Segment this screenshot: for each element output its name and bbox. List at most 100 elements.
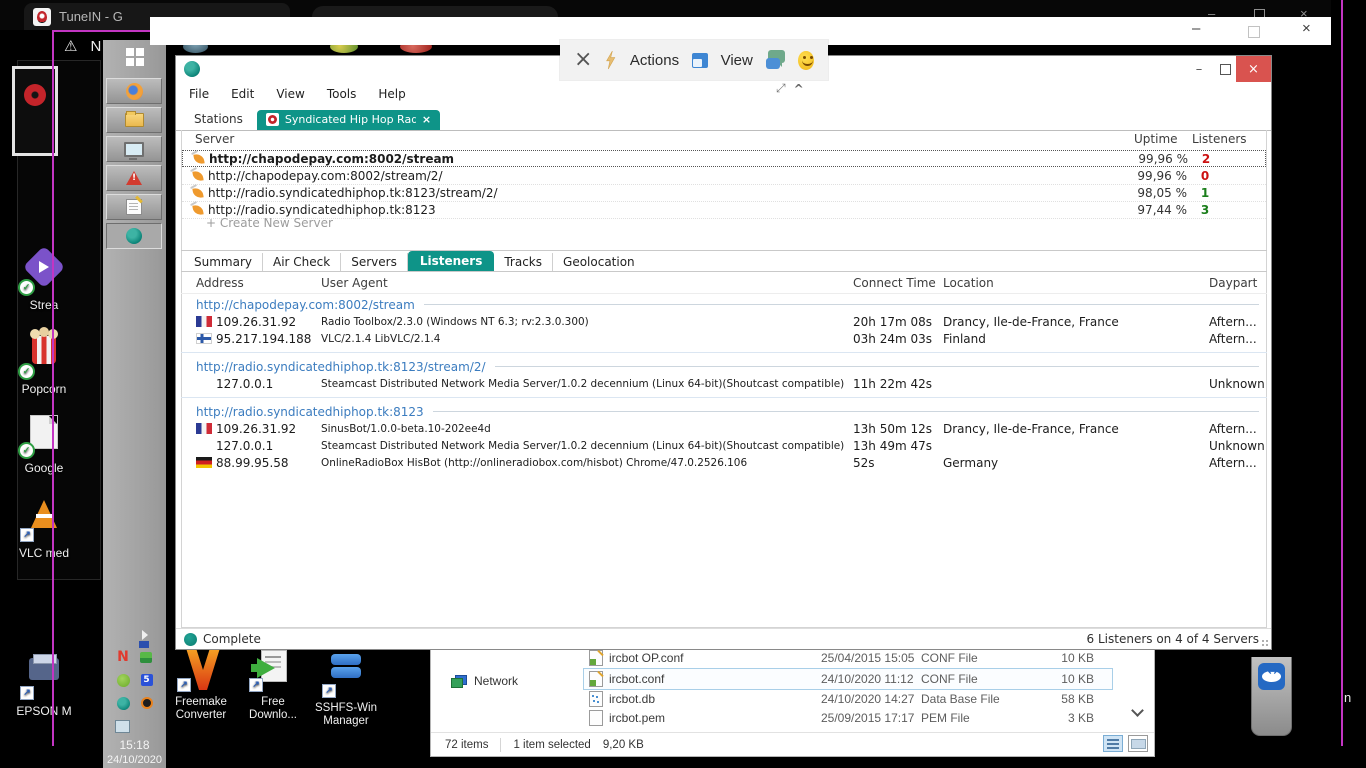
server-uptime: 97,44 % [1107, 203, 1187, 217]
selected-size: 9,20 KB [603, 739, 644, 751]
sidebar-item-network[interactable]: Network [451, 674, 518, 688]
thumbnail-view-button[interactable] [1128, 735, 1148, 752]
desktop-icon-popcorn[interactable]: ✓ Popcorn [0, 330, 88, 396]
taskbar-button-firefox[interactable] [106, 78, 162, 104]
listener-connect-time: 13h 50m 12s [853, 422, 943, 436]
tray-icon-partial [139, 641, 149, 648]
server-row[interactable]: http://radio.syndicatedhiphop.tk:8123/st… [182, 185, 1266, 202]
shortcut-arrow-badge: ↗ [177, 678, 191, 692]
app-minimize-button[interactable]: – [1186, 56, 1212, 82]
desktop-icon-vlc[interactable]: ↗ VLC med [0, 496, 88, 560]
scroll-down-chevron-icon[interactable] [1131, 704, 1144, 717]
group-url[interactable]: http://radio.syndicatedhiphop.tk:8123 [196, 405, 424, 419]
desktop-icon-stream[interactable]: ✓ Strea [0, 248, 88, 312]
tab-summary[interactable]: Summary [184, 253, 263, 272]
server-url: http://radio.syndicatedhiphop.tk:8123 [208, 203, 436, 217]
group-divider [181, 392, 1267, 403]
listener-row[interactable]: 95.217.194.188 VLC/2.1.4 LibVLC/2.1.4 03… [181, 330, 1267, 347]
listener-row[interactable]: 127.0.0.1 Steamcast Distributed Network … [181, 375, 1267, 392]
explorer-statusbar: 72 items 1 item selected 9,20 KB [431, 732, 1154, 757]
listener-row[interactable]: 127.0.0.1 Steamcast Distributed Network … [181, 437, 1267, 454]
server-group-header: http://radio.syndicatedhiphop.tk:8123 [181, 403, 1267, 420]
tab-geolocation[interactable]: Geolocation [553, 253, 645, 272]
menu-tools[interactable]: Tools [327, 87, 357, 101]
teamviewer-panel-tab[interactable]: ↔ [1251, 657, 1292, 736]
actions-button[interactable]: Actions [630, 52, 679, 69]
tab-servers[interactable]: Servers [341, 253, 408, 272]
menu-edit[interactable]: Edit [231, 87, 254, 101]
menu-view[interactable]: View [276, 87, 304, 101]
toolbar-close-icon[interactable]: × [574, 49, 592, 71]
listener-daypart: Aftern... [1209, 456, 1267, 470]
server-listener-count: 2 [1195, 152, 1217, 166]
create-new-server-button[interactable]: + Create New Server [206, 216, 333, 230]
calculator-tray-icon[interactable] [115, 720, 130, 733]
desktop-icon-label: Free Downlo... [241, 696, 305, 722]
desktop-icon-freemake[interactable]: ↗ Freemake Converter [166, 648, 236, 722]
listener-connect-time: 20h 17m 08s [853, 315, 943, 329]
file-row[interactable]: ircbot.db 24/10/2020 14:27 Data Base Fil… [589, 689, 1104, 708]
start-button[interactable] [103, 40, 166, 74]
file-row[interactable]: ircbot.pem 25/09/2015 17:17 PEM File 3 K… [589, 708, 1104, 727]
listener-location: Drancy, Ile-de-France, France [943, 315, 1209, 329]
server-row[interactable]: http://chapodepay.com:8002/stream/2/ 99,… [182, 168, 1266, 185]
teamspeak5-tray-icon[interactable]: 5 [141, 674, 153, 686]
tab-air-check[interactable]: Air Check [263, 253, 341, 272]
menu-file[interactable]: File [189, 87, 209, 101]
smiley-feedback-icon[interactable] [798, 51, 814, 70]
outer-maximize-button[interactable] [1248, 26, 1260, 38]
listener-row[interactable]: 109.26.31.92 Radio Toolbox/2.3.0 (Window… [181, 313, 1267, 330]
tab-stations[interactable]: Stations [184, 109, 253, 130]
file-row[interactable]: ircbot OP.conf 25/04/2015 15:05 CONF Fil… [589, 648, 1104, 667]
listener-row[interactable]: 109.26.31.92 SinusBot/1.0.0-beta.10-202e… [181, 420, 1267, 437]
desktop-icon-free-download[interactable]: ↗ Free Downlo... [241, 648, 305, 722]
listener-location: Finland [943, 332, 1209, 346]
globe-tray-icon[interactable] [117, 697, 130, 710]
tab-tracks[interactable]: Tracks [494, 253, 553, 272]
orange-ring-tray-icon[interactable] [141, 697, 153, 709]
file-row[interactable]: ircbot.conf 24/10/2020 11:12 CONF File 1… [589, 669, 1104, 688]
desktop-icon-sshfs[interactable]: ↗ SSHFS-Win Manager [308, 648, 384, 728]
flag-finland-icon [196, 333, 212, 344]
listener-daypart: Aftern... [1209, 315, 1267, 329]
listener-connect-time: 52s [853, 456, 943, 470]
server-row[interactable]: http://radio.syndicatedhiphop.tk:8123 97… [182, 202, 1266, 219]
taskbar-button-notepad[interactable] [106, 194, 162, 220]
menu-help[interactable]: Help [378, 87, 405, 101]
desktop-icon-google[interactable]: ✓ Google [0, 413, 88, 475]
taskbar-button-radio-app-active[interactable] [106, 223, 162, 249]
app-maximize-button[interactable] [1212, 56, 1238, 82]
desktop-icon-label: SSHFS-Win Manager [308, 702, 384, 728]
tab-listeners-active[interactable]: Listeners [408, 251, 495, 272]
server-row[interactable]: http://chapodepay.com:8002/stream 99,96 … [182, 150, 1266, 167]
group-url[interactable]: http://chapodepay.com:8002/stream [196, 298, 415, 312]
outer-minimize-button[interactable]: – [1192, 20, 1200, 37]
green-circle-tray-icon[interactable] [117, 674, 130, 687]
desktop-icon-epson[interactable]: ↗ EPSON M [0, 650, 88, 718]
network-icon [451, 675, 467, 688]
close-tab-icon[interactable]: × [422, 113, 431, 126]
taskbar-button-alerts[interactable] [106, 165, 162, 191]
listener-row[interactable]: 88.99.95.58 OnlineRadioBox HisBot (http:… [181, 454, 1267, 471]
listeners-table-body: http://chapodepay.com:8002/stream 109.26… [181, 296, 1267, 471]
chat-bubbles-icon[interactable] [766, 50, 786, 70]
listener-address: 109.26.31.92 [216, 422, 296, 436]
desktop-icon-label: EPSON M [0, 704, 88, 718]
taskbar-button-monitor[interactable] [106, 136, 162, 162]
broadcast-icon [192, 187, 203, 198]
app-close-button[interactable]: × [1236, 56, 1271, 82]
collapse-chevron-icon[interactable]: ^ [794, 82, 804, 96]
folder-icon [125, 113, 144, 127]
outer-close-button[interactable]: × [1302, 20, 1311, 37]
server-uptime: 99,96 % [1108, 152, 1188, 166]
details-view-button[interactable] [1103, 735, 1123, 752]
taskbar-expand-arrow-icon[interactable] [142, 630, 148, 640]
nvidia-tray-icon[interactable]: N [117, 650, 129, 664]
view-button[interactable]: View [721, 52, 753, 69]
expand-icon[interactable]: ⤢ [776, 81, 786, 96]
green-flag-tray-icon[interactable] [140, 652, 152, 663]
resize-grip[interactable] [1261, 639, 1269, 647]
group-url[interactable]: http://radio.syndicatedhiphop.tk:8123/st… [196, 360, 486, 374]
tab-active-station[interactable]: Syndicated Hip Hop Rad × [257, 110, 440, 130]
taskbar-button-explorer[interactable] [106, 107, 162, 133]
